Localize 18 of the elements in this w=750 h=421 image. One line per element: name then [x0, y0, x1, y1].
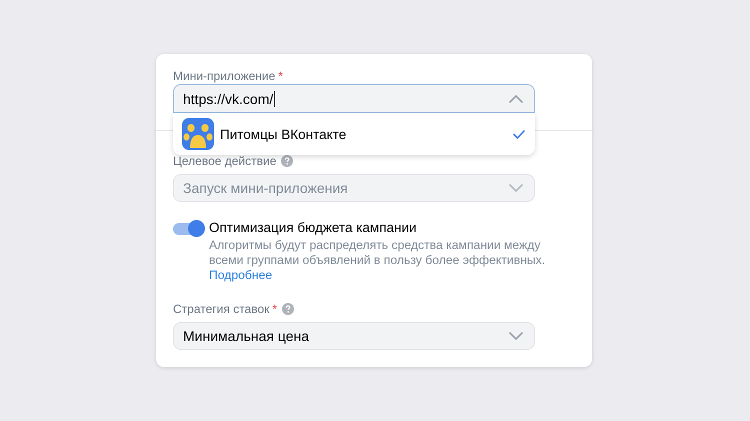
chevron-icon: [509, 332, 523, 340]
chevron-icon: [509, 94, 523, 102]
toggle-label: Оптимизация бюджета кампании: [209, 220, 418, 235]
field-label: Целевое действие: [173, 154, 276, 168]
paw-icon: [182, 118, 214, 150]
required-mark: *: [278, 69, 283, 83]
required-mark: *: [272, 302, 278, 316]
dropdown-option[interactable]: Питомцы ВКонтакте: [173, 113, 535, 155]
field-label: Стратегия ставок: [173, 302, 270, 316]
description-text: Алгоритмы будут распределять средства кампании между всеми группами объявлений в пользу более эффективных. Подробнее: [209, 238, 546, 283]
check-icon: [513, 130, 525, 138]
url-input-field[interactable]: https://vk.com/: [173, 84, 535, 113]
more-link[interactable]: Подробнее: [209, 268, 272, 282]
toggle-switch[interactable]: [173, 223, 203, 235]
field-label: Мини-приложение: [173, 69, 276, 83]
help-icon[interactable]: [282, 303, 294, 315]
strategy-select[interactable]: Минимальная цена: [173, 322, 535, 350]
chevron-icon: [509, 184, 523, 192]
